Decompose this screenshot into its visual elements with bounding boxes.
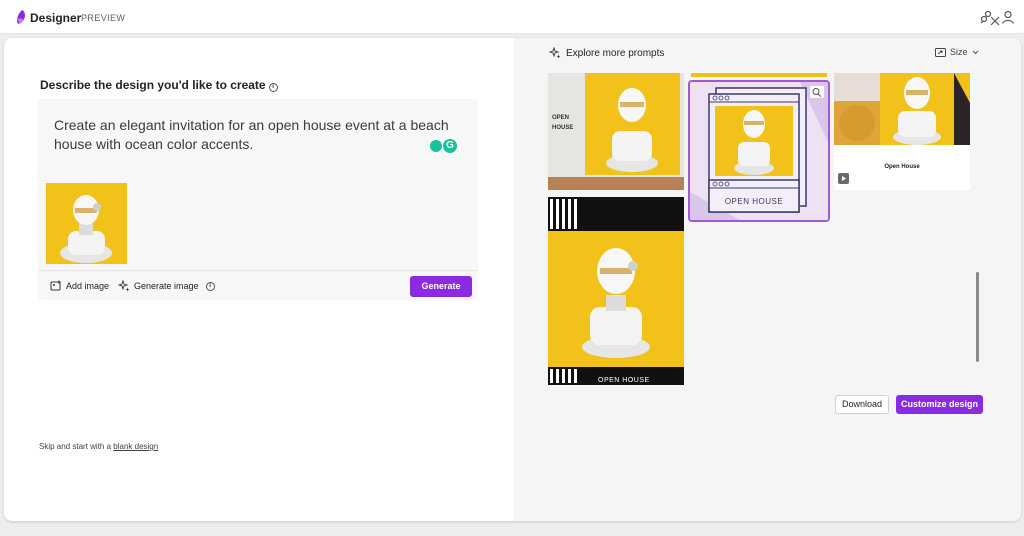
design-tile-3[interactable]: Open House [834, 73, 970, 190]
design-tile-2-selected[interactable]: OPEN HOUSE [688, 80, 830, 222]
sparkle-icon [549, 47, 561, 59]
blank-design-link[interactable]: blank design [113, 442, 158, 451]
design-tile-4-image [548, 197, 684, 385]
designer-logo-icon [17, 10, 25, 24]
design-tile-3-label: Open House [884, 164, 920, 170]
info-icon[interactable]: i [268, 83, 278, 92]
skip-label: Skip and start with a [39, 442, 112, 451]
size-label: Size [950, 47, 968, 57]
app-brand: Designer [30, 11, 82, 25]
sparkle-icon [118, 280, 130, 292]
design-tile-4-label: OPEN HOUSE [598, 377, 650, 384]
skip-text: Skip and start with a blank design [39, 442, 158, 451]
prompt-box[interactable]: Create an elegant invitation for an open… [38, 99, 478, 300]
add-image-icon [50, 280, 61, 291]
page-title-text: Describe the design you'd like to create [40, 78, 266, 92]
page-title: Describe the design you'd like to create… [40, 78, 278, 92]
zoom-icon[interactable] [810, 86, 824, 98]
design-tile-1[interactable]: OPEN HOUSE [548, 73, 684, 190]
generate-image-button[interactable]: Generate image i [118, 280, 215, 292]
results-scrollbar[interactable] [976, 272, 979, 362]
design-tile-3-image [834, 73, 970, 190]
account-icon[interactable] [1000, 9, 1016, 25]
add-image-button[interactable]: Add image [50, 280, 109, 292]
download-button[interactable]: Download [835, 395, 889, 414]
close-icon[interactable] [989, 15, 1001, 27]
uploaded-image-thumbnail[interactable] [46, 183, 127, 264]
prompt-toolbar: Add image Generate image i Generate [38, 270, 478, 300]
grammarly-icon[interactable]: G [443, 139, 457, 153]
prompt-input[interactable]: Create an elegant invitation for an open… [54, 116, 454, 154]
explore-prompts-button[interactable]: Explore more prompts [549, 47, 664, 59]
partial-tile-above [691, 73, 827, 77]
info-icon[interactable]: i [205, 281, 215, 291]
add-image-label: Add image [66, 281, 110, 291]
explore-label: Explore more prompts [566, 47, 665, 59]
resize-icon [935, 47, 946, 57]
generate-image-label: Generate image [134, 281, 199, 291]
video-play-icon[interactable] [838, 173, 849, 184]
bust-image [46, 183, 127, 264]
design-tile-2-label: OPEN HOUSE [724, 197, 784, 206]
grammarly-lightbulb-icon[interactable] [430, 140, 442, 152]
generate-button[interactable]: Generate [410, 276, 472, 297]
top-bar: Designer PREVIEW [0, 0, 1024, 34]
customize-design-button[interactable]: Customize design [896, 395, 983, 414]
preview-badge: PREVIEW [81, 13, 126, 23]
size-dropdown[interactable]: Size [935, 47, 979, 57]
design-tile-1-label: OPEN HOUSE [552, 115, 574, 131]
design-tile-4[interactable]: OPEN HOUSE [548, 197, 684, 385]
chevron-down-icon [972, 50, 978, 54]
